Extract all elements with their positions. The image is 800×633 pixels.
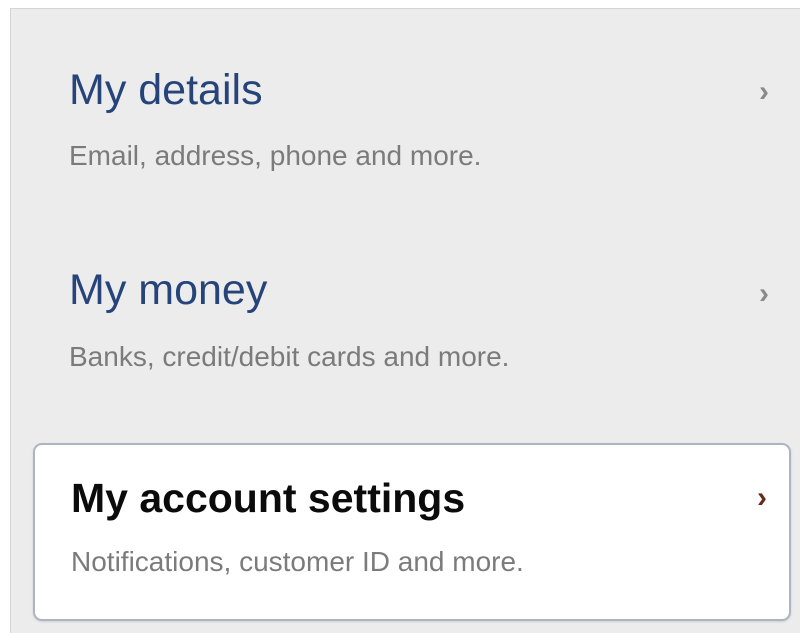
chevron-right-icon: › <box>759 75 769 108</box>
nav-item-description: Banks, credit/debit cards and more. <box>69 341 510 372</box>
nav-item-my-account-settings[interactable]: My account settings Notifications, custo… <box>33 443 791 621</box>
nav-item-my-details[interactable]: My details Email, address, phone and mor… <box>33 51 791 216</box>
nav-item-title: My account settings <box>71 475 466 521</box>
chevron-right-icon: › <box>759 277 769 310</box>
settings-nav-panel: My details Email, address, phone and mor… <box>10 8 800 633</box>
nav-item-description: Notifications, customer ID and more. <box>71 546 524 577</box>
nav-item-my-money[interactable]: My money Banks, credit/debit cards and m… <box>33 249 791 414</box>
nav-item-title: My money <box>69 266 268 314</box>
chevron-right-icon: › <box>757 481 767 514</box>
nav-item-description: Email, address, phone and more. <box>69 140 482 171</box>
nav-item-title: My details <box>69 66 263 114</box>
